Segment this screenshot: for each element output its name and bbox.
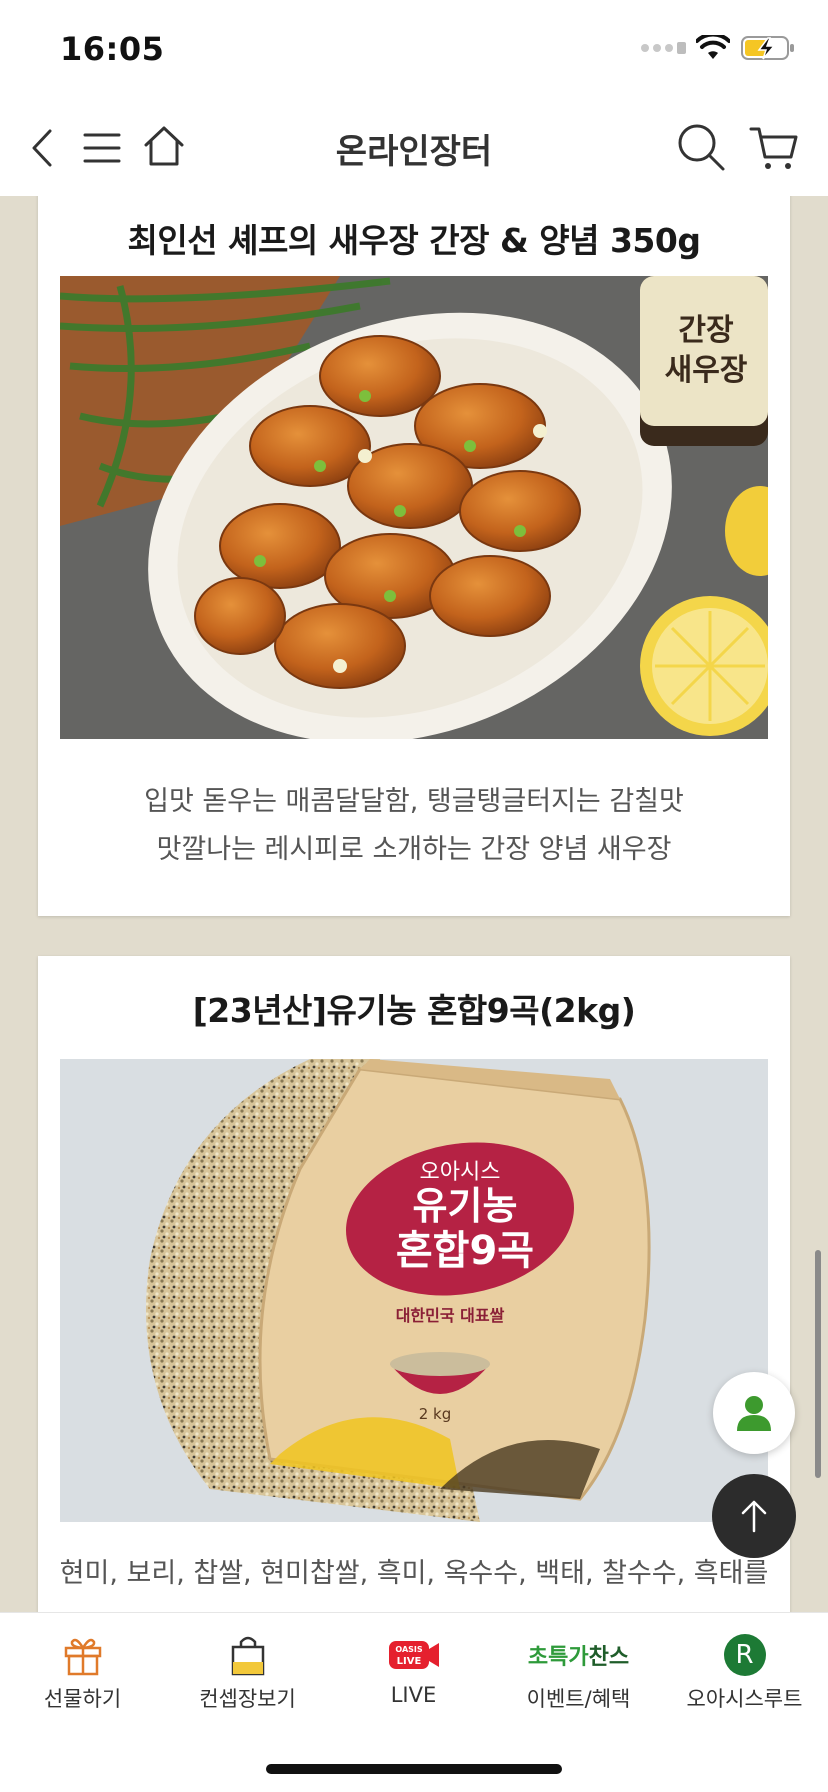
product-image-shrimp[interactable]: 간장 새우장 — [60, 276, 768, 739]
product-image-grain[interactable]: 오아시스 유기농 혼합9곡 대한민국 대표쌀 2 kg — [60, 1059, 768, 1522]
description-line: 입맛 돋우는 매콤달달함, 탱글탱글터지는 감칠맛 — [144, 786, 684, 817]
product-title: 최인선 셰프의 새우장 간장 & 양념 350g — [127, 221, 701, 260]
oasis-live-icon: OASIS LIVE — [331, 1633, 496, 1677]
nav-bar: 온라인장터 — [0, 100, 828, 196]
tab-live[interactable]: OASIS LIVE LIVE — [331, 1613, 496, 1723]
arrow-up-icon — [741, 1500, 767, 1533]
chance-logo-green: 초특가 — [527, 1645, 589, 1670]
tab-concept-shopping[interactable]: 컨셉장보기 — [165, 1613, 330, 1723]
tab-label: 오아시스루트 — [686, 1687, 803, 1711]
product-title: [23년산]유기농 혼합9곡(2kg) — [192, 991, 636, 1030]
cart-icon — [749, 127, 798, 169]
bag-name-text: 유기농 — [413, 1184, 518, 1228]
content-scroll-area[interactable]: 최인선 셰프의 새우장 간장 & 양념 350g 간장 새우장 입맛 돋우는 매… — [0, 196, 828, 1612]
battery-charging-icon — [741, 36, 794, 60]
svg-text:새우장: 새우장 — [665, 353, 748, 388]
shopping-bag-icon — [165, 1633, 330, 1677]
home-indicator[interactable] — [266, 1764, 562, 1774]
person-icon — [737, 1396, 771, 1431]
bag-brand-text: 오아시스 — [420, 1160, 501, 1185]
my-page-button[interactable] — [713, 1372, 795, 1454]
description-line: 현미, 보리, 찹쌀, 현미찹쌀, 흑미, 옥수수, 백태, 찰수수, 흑태를 — [59, 1558, 769, 1589]
bag-name-text: 혼합9곡 — [396, 1228, 534, 1274]
cart-button[interactable] — [748, 122, 800, 174]
status-bar: 16:05 — [0, 0, 828, 100]
tab-label: 컨셉장보기 — [199, 1687, 296, 1711]
live-badge-text: OASIS — [395, 1645, 423, 1654]
tab-label: 이벤트/혜택 — [526, 1687, 631, 1711]
tab-label: LIVE — [390, 1683, 437, 1707]
status-time: 16:05 — [60, 30, 165, 68]
chance-logo-icon: 초특가 찬스 — [496, 1633, 661, 1677]
tab-label: 선물하기 — [43, 1687, 122, 1711]
scrollbar[interactable] — [815, 1250, 821, 1478]
grain-bag-image: 오아시스 유기농 혼합9곡 대한민국 대표쌀 2 kg — [60, 1059, 768, 1522]
cellular-signal-icon — [641, 42, 686, 54]
search-icon — [678, 124, 725, 171]
live-badge-text: LIVE — [396, 1656, 421, 1667]
route-logo-letter: R — [723, 1634, 766, 1676]
tab-gift[interactable]: 선물하기 — [0, 1613, 165, 1723]
tab-oasis-route[interactable]: R 오아시스루트 — [662, 1613, 827, 1723]
tab-events[interactable]: 초특가 찬스 이벤트/혜택 — [496, 1613, 661, 1723]
wifi-icon — [696, 35, 730, 59]
route-logo-icon: R — [662, 1633, 827, 1677]
product-description: 입맛 돋우는 매콤달달함, 탱글탱글터지는 감칠맛 맛깔나는 레시피로 소개하는… — [38, 778, 790, 874]
gift-icon — [0, 1633, 165, 1677]
svg-text:간장: 간장 — [678, 313, 734, 348]
chance-logo-dark: 찬스 — [588, 1645, 630, 1670]
product-card-grain[interactable]: [23년산]유기농 혼합9곡(2kg) 오아시스 유기농 혼합9곡 대한민국 대… — [38, 956, 790, 1612]
bag-sub-text: 대한민국 대표쌀 — [396, 1306, 505, 1325]
shrimp-dish-image: 간장 새우장 — [60, 276, 768, 739]
status-indicators — [641, 34, 796, 62]
product-card-shrimp[interactable]: 최인선 셰프의 새우장 간장 & 양념 350g 간장 새우장 입맛 돋우는 매… — [38, 196, 790, 916]
scroll-to-top-button[interactable] — [712, 1474, 796, 1558]
description-line: 맛깔나는 레시피로 소개하는 간장 양념 새우장 — [156, 834, 672, 865]
search-button[interactable] — [674, 120, 728, 174]
bag-weight-text: 2 kg — [419, 1405, 452, 1423]
product-description: 현미, 보리, 찹쌀, 현미찹쌀, 흑미, 옥수수, 백태, 찰수수, 흑태를 — [38, 1550, 790, 1598]
